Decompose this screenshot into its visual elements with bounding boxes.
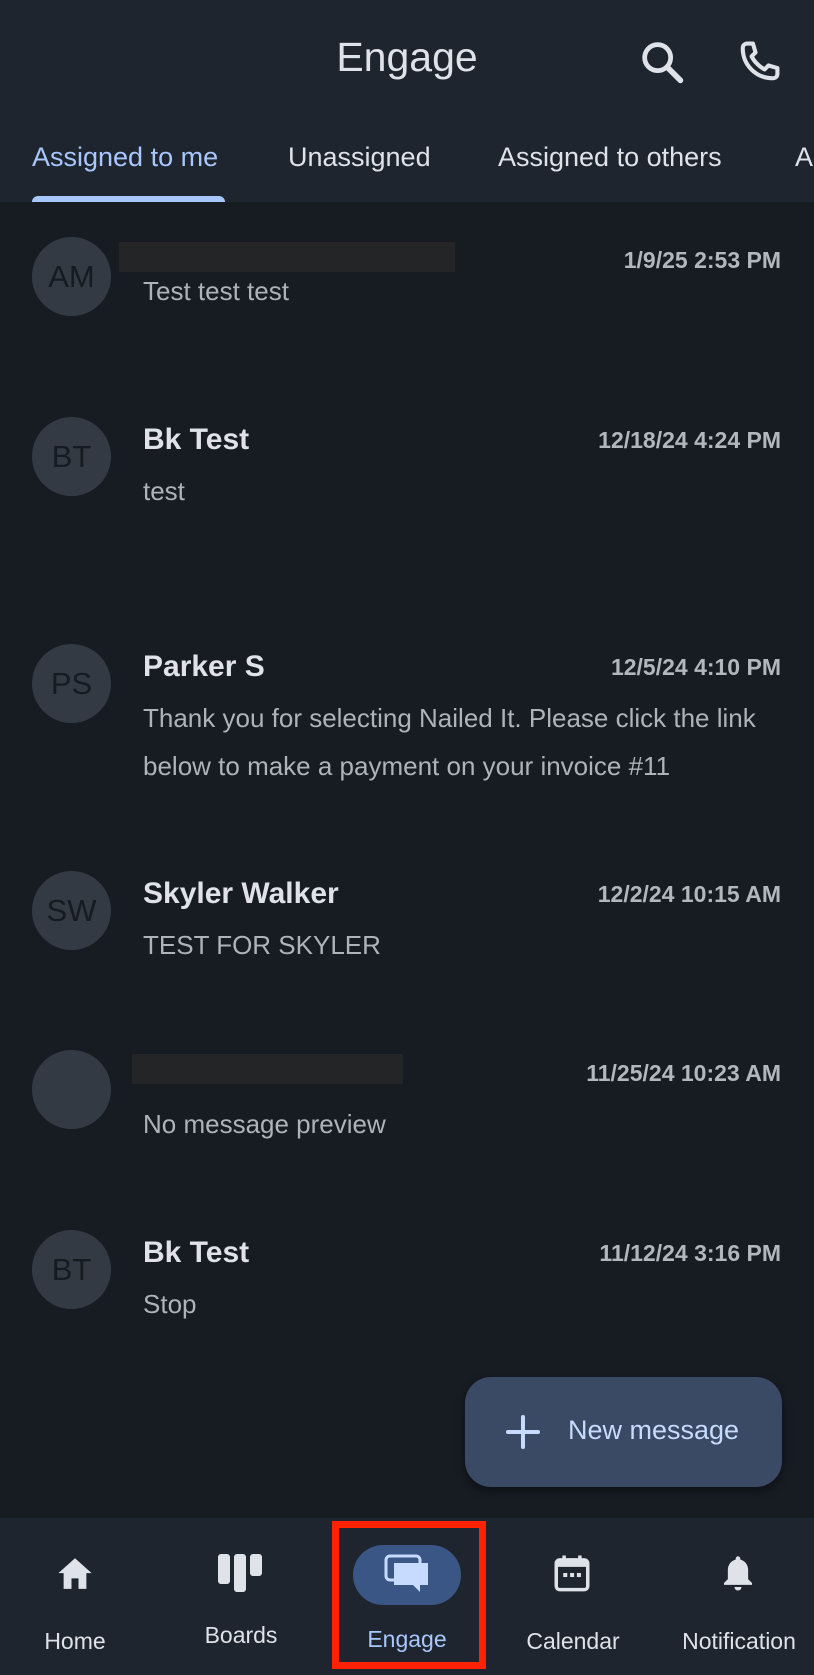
conversation-item[interactable]: 11/25/24 10:23 AM No message preview: [0, 1038, 814, 1188]
conversation-item[interactable]: PS Parker S 12/5/24 4:10 PM Thank you fo…: [0, 632, 814, 832]
timestamp: 12/5/24 4:10 PM: [610, 654, 781, 680]
tab-all-partial[interactable]: A: [795, 142, 813, 173]
tab-assigned-to-me[interactable]: Assigned to me: [32, 142, 218, 173]
redacted-name: [132, 1054, 403, 1084]
active-tab-indicator: [32, 196, 225, 202]
timestamp: 12/18/24 4:24 PM: [598, 427, 781, 453]
timestamp: 11/12/24 3:16 PM: [599, 1240, 781, 1266]
tab-unassigned[interactable]: Unassigned: [288, 142, 431, 173]
message-preview: Test test test: [143, 276, 289, 306]
app-header: Engage Assigned to me Unassigned Assigne…: [0, 0, 814, 202]
message-preview: TEST FOR SKYLER: [143, 930, 381, 960]
tab-bar: Assigned to me Unassigned Assigned to ot…: [0, 128, 814, 202]
contact-name: Parker S: [143, 650, 265, 683]
avatar: SW: [32, 871, 111, 950]
search-icon[interactable]: [636, 36, 688, 88]
nav-boards[interactable]: Boards: [166, 1518, 316, 1675]
avatar: PS: [32, 644, 111, 723]
message-preview: No message preview: [143, 1109, 386, 1139]
nav-label: Notification: [682, 1628, 796, 1654]
contact-name: Bk Test: [143, 1236, 250, 1269]
nav-label: Boards: [204, 1622, 278, 1648]
nav-label: Home: [44, 1628, 106, 1654]
avatar: AM: [32, 237, 111, 316]
nav-label: Calendar: [526, 1628, 620, 1654]
plus-icon: [506, 1415, 540, 1449]
nav-home[interactable]: Home: [0, 1518, 150, 1675]
nav-calendar[interactable]: Calendar: [498, 1518, 648, 1675]
phone-icon[interactable]: [733, 36, 785, 88]
contact-name: Bk Test: [143, 423, 250, 456]
boards-icon: [218, 1554, 262, 1592]
bell-icon: [724, 1556, 752, 1591]
highlight-box: [332, 1521, 486, 1669]
avatar: BT: [32, 1230, 111, 1309]
avatar: [32, 1050, 111, 1129]
conversation-item[interactable]: BT Bk Test 11/12/24 3:16 PM Stop: [0, 1218, 814, 1368]
timestamp: 11/25/24 10:23 AM: [586, 1060, 781, 1086]
timestamp: 12/2/24 10:15 AM: [597, 881, 781, 907]
conversation-item[interactable]: AM 1/9/25 2:53 PM Test test test: [0, 225, 814, 375]
new-message-label: New message: [568, 1415, 740, 1445]
message-preview: Thank you for selecting Nailed It. Pleas…: [143, 703, 756, 781]
conversation-item[interactable]: SW Skyler Walker 12/2/24 10:15 AM TEST F…: [0, 859, 814, 1009]
conversation-item[interactable]: BT Bk Test 12/18/24 4:24 PM test: [0, 405, 814, 605]
message-preview: test: [143, 476, 185, 506]
nav-notification[interactable]: Notification: [664, 1518, 814, 1675]
message-preview: Stop: [143, 1289, 197, 1319]
home-icon: [58, 1558, 92, 1589]
tab-assigned-to-others[interactable]: Assigned to others: [498, 142, 722, 173]
avatar: BT: [32, 417, 111, 496]
calendar-icon: [554, 1555, 590, 1592]
new-message-button[interactable]: New message: [465, 1377, 782, 1487]
page-title: Engage: [336, 34, 478, 80]
contact-name: Skyler Walker: [143, 877, 339, 910]
